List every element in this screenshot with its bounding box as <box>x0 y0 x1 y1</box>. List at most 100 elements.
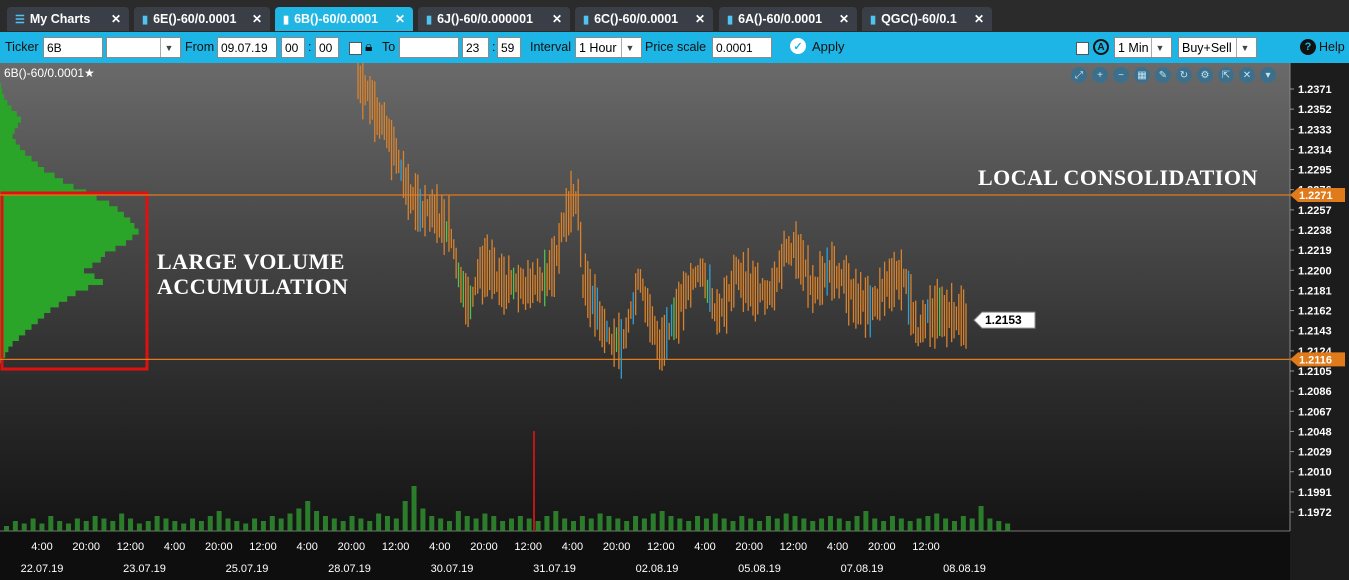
volume-bar <box>128 518 134 531</box>
volume-bar <box>101 518 107 531</box>
close-icon[interactable]: ✕ <box>689 12 705 26</box>
volume-bar <box>686 521 692 531</box>
price-chart[interactable]: 1.23711.23521.23331.23141.22951.22761.22… <box>0 63 1349 580</box>
volume-bar <box>314 511 320 531</box>
y-tick-label: 1.2314 <box>1298 144 1333 156</box>
y-tick-label: 1.2200 <box>1298 265 1332 277</box>
auto-icon[interactable]: A <box>1093 39 1109 55</box>
tab-my-charts[interactable]: ☰ My Charts ✕ <box>7 7 129 31</box>
tab-6b[interactable]: ▮ 6B()-60/0.0001 ✕ <box>275 7 413 31</box>
volume-profile-bar <box>0 312 45 319</box>
zoom-out-icon[interactable]: − <box>1113 67 1129 83</box>
volume-profile-bar <box>0 133 13 140</box>
close-icon[interactable]: ✕ <box>1239 67 1255 83</box>
volume-bar <box>234 521 240 531</box>
tab-6j[interactable]: ▮ 6J()-60/0.000001 ✕ <box>418 7 570 31</box>
volume-bar <box>172 521 178 531</box>
x-tick-label: 20:00 <box>868 541 896 553</box>
volume-profile-bar <box>0 301 59 308</box>
volume-bar <box>21 523 27 531</box>
ticker-input[interactable] <box>43 37 103 58</box>
to-min-input[interactable] <box>497 37 521 58</box>
close-icon[interactable]: ✕ <box>833 12 849 26</box>
volume-bar <box>243 523 249 531</box>
x-date-label: 22.07.19 <box>21 563 64 575</box>
volume-bar <box>934 513 940 531</box>
close-icon[interactable]: ✕ <box>105 12 121 26</box>
volume-bar <box>260 521 266 531</box>
volume-bar <box>305 501 311 531</box>
settings-icon[interactable]: ⚙ <box>1197 67 1213 83</box>
close-icon[interactable]: ✕ <box>246 12 262 26</box>
volume-bar <box>384 516 390 531</box>
draw-icon[interactable]: ✎ <box>1155 67 1171 83</box>
from-min-input[interactable] <box>315 37 339 58</box>
popout-icon[interactable]: ⇱ <box>1218 67 1234 83</box>
volume-bar <box>579 516 585 531</box>
grid-icon[interactable]: ▦ <box>1134 67 1150 83</box>
zoom-in-icon[interactable]: + <box>1092 67 1108 83</box>
price-scale-label: Price scale <box>645 40 707 54</box>
y-tick-label: 1.2143 <box>1298 326 1332 338</box>
interval-select[interactable]: 1 Hour ▼ <box>575 37 642 58</box>
collapse-icon[interactable]: ▾ <box>1260 67 1276 83</box>
to-label: To <box>382 40 396 54</box>
auto-checkbox[interactable] <box>1076 42 1089 55</box>
tab-label: My Charts <box>29 12 91 26</box>
close-icon[interactable]: ✕ <box>968 12 984 26</box>
volume-bar <box>225 518 231 531</box>
close-icon[interactable]: ✕ <box>389 12 405 26</box>
tab-6c[interactable]: ▮ 6C()-60/0.0001 ✕ <box>575 7 713 31</box>
volume-spike-bar <box>533 431 535 531</box>
volume-profile-bar <box>0 239 126 246</box>
x-tick-label: 20:00 <box>72 541 100 553</box>
x-tick-label: 12:00 <box>382 541 410 553</box>
volume-bar <box>287 513 293 531</box>
volume-bar <box>898 518 904 531</box>
side-select[interactable]: Buy+Sell ▼ <box>1178 37 1257 58</box>
volume-bar <box>854 516 860 531</box>
close-icon[interactable]: ✕ <box>546 12 562 26</box>
volume-bar <box>39 523 45 531</box>
from-hour-input[interactable] <box>281 37 305 58</box>
refresh-icon[interactable]: ↻ <box>1176 67 1192 83</box>
y-tick-label: 1.2086 <box>1298 386 1332 398</box>
volume-profile-bar <box>0 116 21 123</box>
volume-bar <box>765 516 771 531</box>
tab-6e[interactable]: ▮ 6E()-60/0.0001 ✕ <box>134 7 270 31</box>
chart-area[interactable]: 1.23711.23521.23331.23141.22951.22761.22… <box>0 63 1349 580</box>
volume-bar <box>721 518 727 531</box>
resolution-select[interactable]: 1 Min ▼ <box>1114 37 1172 58</box>
zoom-fit-icon[interactable]: ⤢ <box>1071 67 1087 83</box>
volume-bar <box>650 513 656 531</box>
volume-bar <box>491 516 497 531</box>
ticker-dropdown[interactable]: ▼ <box>106 37 181 58</box>
from-date-input[interactable] <box>217 37 277 58</box>
volume-bar <box>1005 523 1011 531</box>
volume-bar <box>845 521 851 531</box>
lock-checkbox[interactable] <box>349 42 362 55</box>
volume-bar <box>509 518 514 531</box>
to-hour-input[interactable] <box>462 37 489 58</box>
y-tick-label: 1.2029 <box>1298 447 1332 459</box>
volume-bar <box>420 508 426 531</box>
volume-bar <box>57 521 63 531</box>
volume-bar <box>446 521 452 531</box>
volume-profile-bar <box>0 251 105 257</box>
x-tick-label: 4:00 <box>429 541 450 553</box>
x-tick-label: 4:00 <box>296 541 317 553</box>
volume-bar <box>455 511 461 531</box>
volume-bar <box>774 518 780 531</box>
tab-qgc[interactable]: ▮ QGC()-60/0.1 ✕ <box>862 7 992 31</box>
price-scale-input[interactable] <box>712 37 772 58</box>
volume-bar <box>48 516 54 531</box>
to-date-input[interactable] <box>399 37 459 58</box>
volume-profile-bar <box>0 295 68 302</box>
tab-6a[interactable]: ▮ 6A()-60/0.0001 ✕ <box>719 7 857 31</box>
volume-bar <box>216 511 222 531</box>
help-button[interactable]: ? Help <box>1300 39 1345 55</box>
volume-profile-bar <box>0 234 133 241</box>
chart-controls: ⤢ + − ▦ ✎ ↻ ⚙ ⇱ ✕ ▾ <box>1071 67 1276 83</box>
apply-button[interactable]: ✓ Apply <box>790 38 845 54</box>
volume-profile-bar <box>0 155 32 162</box>
